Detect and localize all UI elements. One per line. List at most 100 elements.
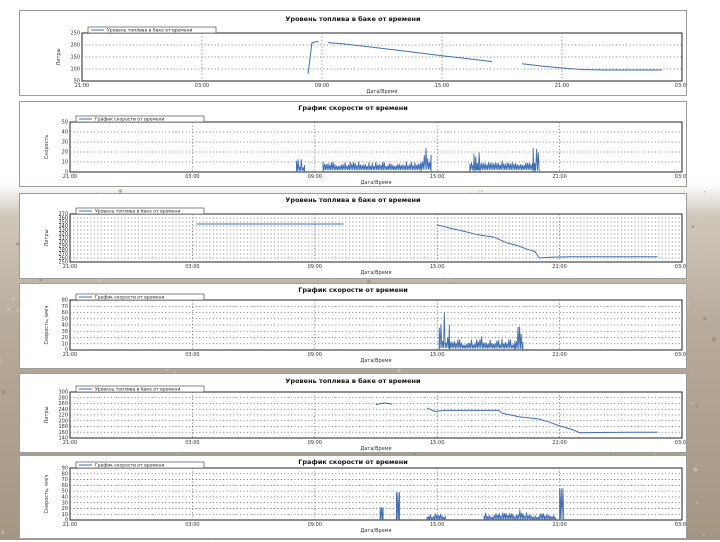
legend-label: График скорости от времени	[95, 463, 164, 469]
legend: График скорости от времени	[75, 461, 205, 469]
sand-speckle	[696, 501, 699, 504]
x-tick-label: 15:00	[430, 522, 444, 528]
sand-speckle	[0, 359, 2, 362]
sand-speckle	[703, 316, 707, 321]
x-tick-label: 03:00	[185, 440, 199, 446]
x-tick-label: 15:00	[430, 174, 444, 180]
sand-speckle	[702, 533, 705, 536]
sand-speckle	[691, 225, 695, 229]
y-tick-label: 250	[58, 260, 68, 266]
y-tick-label: 70	[62, 304, 68, 310]
y-axis-label: Скорость	[44, 135, 50, 159]
legend: Уровень топлива в баке от времени	[75, 207, 205, 215]
x-tick-label: 09:00	[308, 352, 322, 358]
y-axis-label: Скорость, км/ч	[44, 474, 50, 513]
y-tick-label: 100	[70, 67, 80, 73]
x-tick-label: 03:00	[675, 440, 686, 446]
y-tick-label: 20	[62, 150, 68, 156]
plot-area	[69, 467, 683, 521]
y-tick-label: 0	[65, 170, 68, 176]
legend: График скорости от времени	[75, 293, 205, 301]
x-tick-label: 21:00	[552, 440, 566, 446]
x-tick-label: 09:00	[308, 264, 322, 270]
chart-panel-4: График скорости от времени График скорост…	[19, 283, 689, 369]
fuel-chart-1: Уровень топлива в баке от времени Уровень…	[56, 15, 689, 95]
sand-speckle	[12, 296, 16, 300]
chart-title: Уровень топлива в баке от времени	[285, 377, 421, 385]
fuel-chart-2: Уровень топлива в баке от времени Уровень…	[44, 196, 689, 276]
chart-title: Уровень топлива в баке от времени	[285, 196, 421, 204]
legend: Уровень топлива в баке от времени	[87, 26, 217, 34]
x-tick-label: 21:00	[552, 352, 566, 358]
x-tick-label: 15:00	[430, 264, 444, 270]
x-tick-label: 03:00	[185, 264, 199, 270]
sand-speckle	[6, 307, 11, 311]
speed-chart-3: График скорости от времени График скорост…	[44, 458, 689, 534]
chart-panel-6: График скорости от времени График скорост…	[19, 455, 689, 539]
x-axis-label: Дата/Время	[360, 180, 391, 186]
legend-label: Уровень топлива в баке от времени	[95, 209, 180, 215]
legend-label: Уровень топлива в баке от времени	[95, 387, 180, 393]
legend-label: График скорости от времени	[95, 295, 164, 301]
chart-panel-5: Уровень топлива в баке от времени Уровень…	[19, 373, 689, 453]
legend-label: График скорости от времени	[95, 117, 164, 123]
y-tick-label: 30	[62, 329, 68, 335]
sand-speckle	[700, 251, 703, 253]
y-tick-label: 60	[62, 310, 68, 316]
x-tick-label: 09:00	[308, 522, 322, 528]
y-tick-label: 40	[62, 323, 68, 329]
x-tick-label: 03:00	[675, 352, 686, 358]
x-axis-label: Дата/Время	[360, 528, 391, 534]
sand-speckle	[705, 351, 708, 353]
chart-title: График скорости от времени	[298, 104, 408, 112]
y-axis-label: Скорость, км/ч	[44, 305, 50, 344]
chart-title: Уровень топлива в баке от времени	[285, 15, 421, 23]
x-tick-label: 03:00	[185, 174, 199, 180]
y-tick-label: 20	[62, 335, 68, 341]
x-tick-label: 15:00	[435, 83, 449, 89]
y-tick-label: 80	[62, 298, 68, 304]
x-tick-label: 09:00	[308, 440, 322, 446]
sand-speckle	[13, 308, 15, 310]
sand-speckle	[693, 467, 698, 472]
x-tick-label: 03:00	[675, 264, 686, 270]
y-tick-label: 150	[70, 55, 80, 61]
x-tick-label: 03:00	[675, 174, 686, 180]
x-tick-label: 03:00	[195, 83, 209, 89]
sand-speckle	[691, 402, 694, 405]
x-axis-label: Дата/Время	[360, 270, 391, 276]
speed-chart-1: График скорости от времени График скорост…	[44, 104, 689, 186]
legend: Уровень топлива в баке от времени	[75, 385, 205, 393]
x-tick-label: 21:00	[552, 264, 566, 270]
y-tick-label: 50	[62, 120, 68, 126]
chart-panel-2: График скорости от времени График скорост…	[19, 101, 689, 187]
y-tick-label: 10	[62, 160, 68, 166]
sand-speckle	[682, 189, 686, 192]
fuel-chart-3: Уровень топлива в баке от времени Уровень…	[44, 377, 689, 452]
sand-speckle	[690, 369, 692, 371]
y-axis-label: Литры	[56, 48, 62, 65]
y-tick-label: 10	[62, 341, 68, 347]
speed-chart-2: График скорости от времени График скорост…	[44, 286, 689, 364]
sand-speckle	[704, 191, 706, 193]
y-tick-label: 250	[70, 31, 80, 37]
chart-panel-3: Уровень топлива в баке от времени Уровень…	[19, 193, 689, 279]
x-axis-label: Дата/Время	[360, 358, 391, 364]
sand-speckle	[711, 337, 717, 342]
y-tick-label: 40	[62, 130, 68, 136]
legend: График скорости от времени	[75, 115, 205, 123]
chart-title: График скорости от времени	[298, 286, 408, 294]
chart-title: График скорости от времени	[298, 458, 408, 466]
sand-speckle	[8, 275, 11, 277]
y-tick-label: 50	[74, 79, 80, 85]
x-tick-label: 21:00	[552, 522, 566, 528]
x-tick-label: 03:00	[185, 522, 199, 528]
y-tick-label: 0	[65, 518, 68, 524]
y-axis-label: Литры	[44, 229, 50, 246]
y-tick-label: 200	[70, 43, 80, 49]
sand-speckle	[698, 217, 703, 221]
x-tick-label: 09:00	[308, 174, 322, 180]
x-tick-label: 21:00	[552, 174, 566, 180]
x-tick-label: 09:00	[315, 83, 329, 89]
sand-speckle	[695, 404, 699, 408]
